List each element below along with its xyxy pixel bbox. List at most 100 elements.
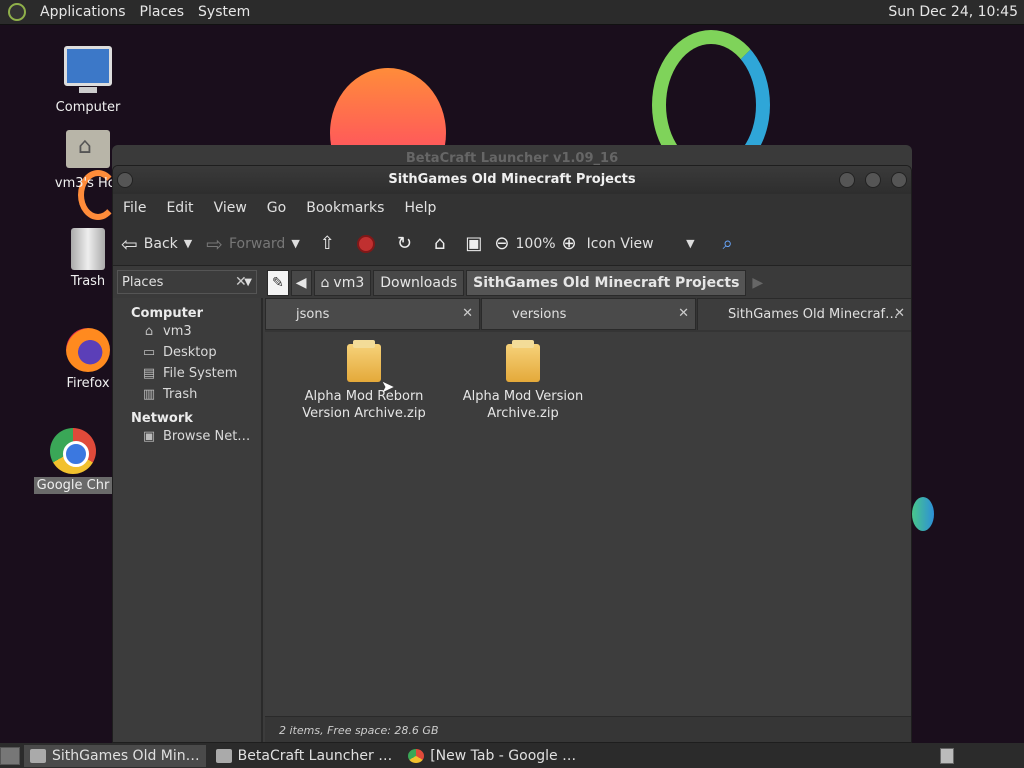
desktop-icon-computer[interactable]: Computer (43, 46, 133, 115)
tab-jsons[interactable]: jsons ✕ (265, 298, 480, 330)
forward-label: Forward (229, 235, 286, 252)
betacraft-icon (215, 748, 232, 763)
stop-icon[interactable] (356, 234, 375, 253)
trash-icon: ▥ (142, 387, 156, 402)
sidebar-item-label: Desktop (163, 345, 217, 360)
window-titlebar[interactable]: SithGames Old Minecraft Projects (113, 166, 911, 194)
tab-label: jsons (296, 306, 330, 322)
menu-go[interactable]: Go (257, 200, 296, 216)
sidebar-item-desktop[interactable]: ▭ Desktop (113, 342, 261, 363)
taskbar-item-file-manager[interactable]: SithGames Old Min… (24, 744, 206, 767)
breadcrumb-item-current[interactable]: SithGames Old Minecraft Projects (466, 270, 747, 296)
up-arrow-icon[interactable]: ⇧ (320, 233, 335, 254)
sidebar-item-label: Browse Net… (163, 429, 251, 444)
view-mode-label: Icon View (586, 235, 654, 252)
home-folder-icon (66, 130, 110, 168)
close-icon[interactable]: ✕ (678, 306, 689, 321)
top-panel: Applications Places System Sun Dec 24, 1… (0, 0, 1024, 25)
sidebar-item-label: File System (163, 366, 238, 381)
applications-logo-icon[interactable] (8, 3, 26, 21)
desktop-icon-label: Computer (55, 100, 121, 115)
mouse-cursor-icon: ➤ (381, 377, 395, 396)
file-item[interactable]: Alpha Mod Reborn Version Archive.zip ➤ (289, 340, 439, 422)
firefox-icon (66, 328, 110, 372)
tab-label: versions (512, 306, 567, 322)
zoom-in-icon[interactable]: ⊕ (562, 233, 577, 254)
breadcrumb-item-downloads[interactable]: Downloads (373, 270, 465, 296)
forward-button[interactable]: ⇨ Forward ▼ (206, 232, 300, 256)
trash-icon (71, 228, 105, 270)
sidebar-item-vm3[interactable]: ⌂ vm3 (113, 321, 261, 342)
taskbar-item-label: BetaCraft Launcher … (237, 747, 393, 764)
chrome-icon (408, 748, 425, 763)
tab-label: SithGames Old Minecraf… (728, 307, 899, 322)
workspace-switcher[interactable] (940, 747, 954, 764)
close-button[interactable] (891, 172, 907, 188)
tab-versions[interactable]: versions ✕ (481, 298, 696, 330)
wallpaper-shape (912, 497, 934, 531)
chrome-icon (50, 428, 96, 474)
taskbar-item-betacraft[interactable]: BetaCraft Launcher … (210, 745, 399, 767)
zip-archive-icon (506, 340, 540, 382)
taskbar-item-label: [New Tab - Google … (430, 747, 577, 764)
back-button[interactable]: ⇦ Back ▼ (121, 232, 192, 256)
menu-view[interactable]: View (204, 200, 257, 216)
edit-location-icon[interactable]: ✎ (267, 270, 289, 296)
menu-places[interactable]: Places (140, 4, 185, 20)
computer-icon[interactable]: ▣ (465, 233, 482, 254)
menu-edit[interactable]: Edit (156, 200, 203, 216)
reload-icon[interactable]: ↻ (397, 233, 412, 254)
menu-bookmarks[interactable]: Bookmarks (296, 200, 394, 216)
desktop-icon-label: Trash (70, 274, 106, 289)
breadcrumb-left-arrow-icon[interactable]: ◀ (290, 270, 312, 296)
tab-current-folder[interactable]: SithGames Old Minecraf… ✕ (697, 298, 911, 330)
close-icon[interactable]: ✕ (462, 306, 473, 321)
home-icon: ⌂ (144, 324, 154, 339)
file-name-line: Archive.zip (487, 406, 559, 421)
close-icon[interactable]: ✕ (894, 306, 905, 321)
places-label: Places (122, 274, 164, 290)
view-mode-select[interactable]: Icon View ▼ (587, 236, 695, 252)
menu-file[interactable]: File (113, 200, 156, 216)
file-view: jsons ✕ versions ✕ SithGames Old Minecra… (265, 298, 911, 742)
background-window-title: BetaCraft Launcher v1.09_16 (405, 151, 619, 166)
tab-bar: jsons ✕ versions ✕ SithGames Old Minecra… (265, 298, 911, 332)
desktop-icon-label: Firefox (66, 376, 110, 391)
breadcrumb-label: vm3 (333, 275, 365, 291)
menu-system[interactable]: System (198, 4, 250, 20)
file-name-line: Alpha Mod Version (462, 389, 584, 404)
window-menu-button[interactable] (117, 172, 133, 188)
taskbar-item-chrome[interactable]: [New Tab - Google … (402, 745, 582, 767)
file-name-line: Version Archive.zip (302, 406, 426, 421)
breadcrumb-item-vm3[interactable]: ⌂ vm3 (313, 270, 372, 296)
file-item[interactable]: Alpha Mod Version Archive.zip (448, 340, 598, 422)
clock[interactable]: Sun Dec 24, 10:45 (888, 4, 1024, 20)
breadcrumb-right-arrow-icon[interactable]: ▶ (748, 270, 768, 296)
sidebar-item-label: Trash (163, 387, 198, 402)
forward-history-caret-icon[interactable]: ▼ (291, 237, 299, 250)
home-icon[interactable]: ⌂ (434, 233, 445, 254)
menu-bar: File Edit View Go Bookmarks Help (113, 194, 911, 222)
sidebar-close-icon[interactable]: ✕ (235, 274, 247, 290)
show-desktop-icon[interactable] (0, 746, 20, 765)
desktop-icon: ▭ (142, 345, 156, 360)
desktop-icon-label: Google Chr (33, 477, 113, 494)
file-manager-window: SithGames Old Minecraft Projects File Ed… (112, 165, 912, 743)
zoom-out-icon[interactable]: ⊖ (494, 233, 509, 254)
status-bar: 2 items, Free space: 28.6 GB (265, 716, 911, 742)
places-sidebar: Computer ⌂ vm3 ▭ Desktop ▤ File System ▥… (113, 298, 263, 742)
desktop-icon-chrome[interactable]: Google Chr (30, 428, 116, 494)
sidebar-item-trash[interactable]: ▥ Trash (113, 384, 261, 405)
search-icon[interactable]: ⌕ (723, 233, 733, 254)
menu-help[interactable]: Help (394, 200, 446, 216)
maximize-button[interactable] (865, 172, 881, 188)
breadcrumb: ✎ ◀ ⌂ vm3 Downloads SithGames Old Minecr… (267, 270, 768, 296)
sidebar-heading-network: Network (131, 411, 193, 426)
minimize-button[interactable] (839, 172, 855, 188)
menu-applications[interactable]: Applications (40, 4, 126, 20)
back-history-caret-icon[interactable]: ▼ (184, 237, 192, 250)
drive-icon: ▤ (142, 366, 156, 381)
zoom-level: 100% (515, 235, 556, 252)
sidebar-item-file-system[interactable]: ▤ File System (113, 363, 261, 384)
sidebar-item-browse-network[interactable]: ▣ Browse Net… (113, 426, 261, 447)
